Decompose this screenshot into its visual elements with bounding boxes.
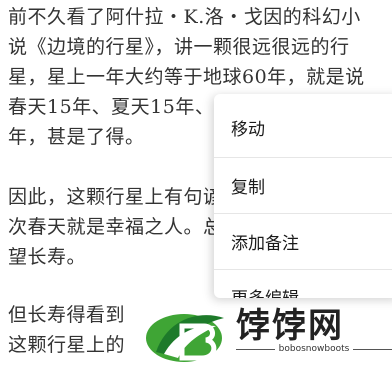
text-line: 这颗行星上的 — [8, 334, 126, 356]
text-line: 望长寿。 — [8, 246, 87, 268]
watermark-subtitle: bobosnowboots — [236, 344, 392, 354]
watermark: 饽饽网 bobosnowboots — [132, 300, 392, 373]
divider — [236, 348, 275, 350]
text-line: 星，星上一年大约等于地球60年，就是说 — [8, 66, 365, 88]
menu-item-more-edit[interactable]: 更多编辑 — [214, 270, 392, 298]
divider — [353, 348, 392, 350]
watermark-subtitle-text: bobosnowboots — [278, 344, 350, 354]
menu-item-add-note[interactable]: 添加备注 — [214, 214, 392, 270]
menu-item-copy[interactable]: 复制 — [214, 158, 392, 214]
paragraph-3: 但长寿得看到 这颗行星上的 — [8, 300, 125, 360]
text-line: 前不久看了阿什拉・K.洛・戈因的科幻小 — [8, 6, 361, 28]
context-menu: 移动 复制 添加备注 更多编辑 — [214, 94, 392, 298]
text-line: 但长寿得看到 — [8, 304, 126, 326]
paragraph-2: 因此，这颗行星上有句谚 次春天就是幸福之人。总 望长寿。 — [8, 182, 223, 272]
watermark-brand: 饽饽网 — [236, 306, 344, 346]
text-line: 因此，这颗行星上有句谚 — [8, 186, 223, 208]
menu-item-move[interactable]: 移动 — [214, 94, 392, 158]
text-line: 说《边境的行星》，讲一颗很远很远的行 — [8, 36, 350, 58]
brand-logo-icon — [146, 314, 224, 362]
text-line: 次春天就是幸福之人。总 — [8, 216, 223, 238]
